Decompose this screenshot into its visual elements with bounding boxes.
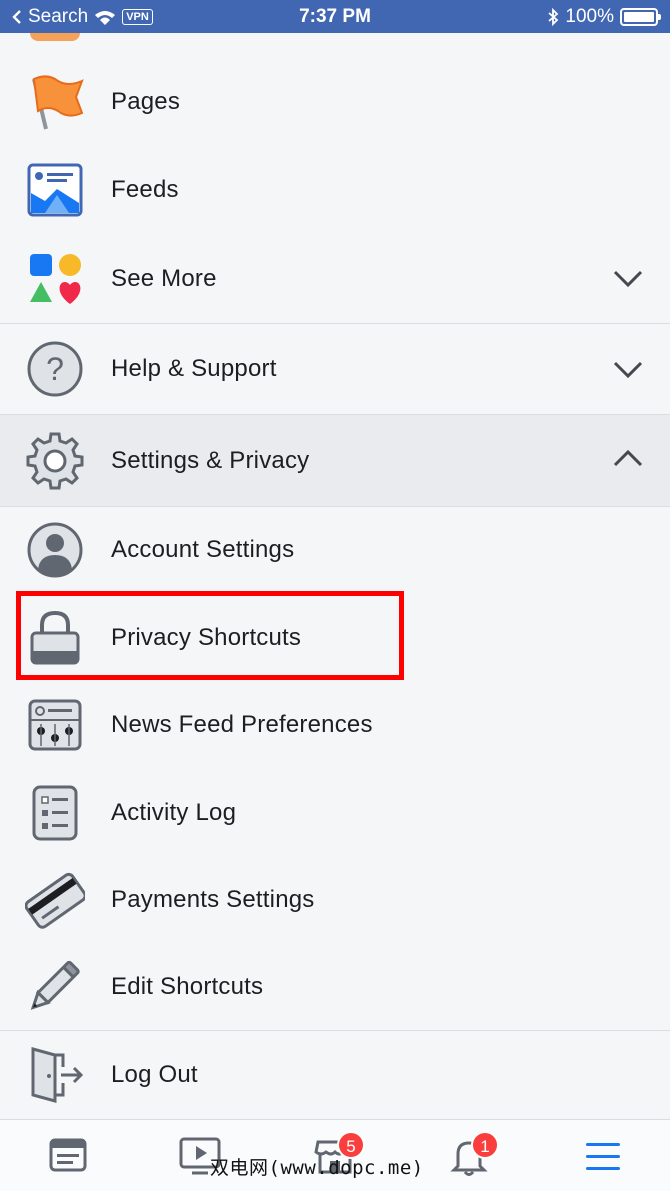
- menu-item-edit-shortcuts[interactable]: Edit Shortcuts: [0, 943, 670, 1030]
- bluetooth-icon: [548, 8, 559, 26]
- list-icon: [24, 782, 86, 844]
- menu-item-activity-log[interactable]: Activity Log: [0, 769, 670, 856]
- menu-item-label: See More: [111, 264, 217, 292]
- flag-icon: [24, 71, 86, 133]
- menu-item-payments-settings[interactable]: Payments Settings: [0, 856, 670, 943]
- menu-item-label: Settings & Privacy: [111, 446, 310, 474]
- news-feed-icon: [49, 1138, 87, 1172]
- status-right: 100%: [547, 6, 661, 28]
- credit-card-icon: [24, 869, 86, 931]
- chevron-down-icon[interactable]: [612, 353, 644, 385]
- sliders-icon: [24, 694, 86, 756]
- menu-item-label: Account Settings: [111, 536, 295, 563]
- menu-item-label: Payments Settings: [111, 885, 315, 913]
- menu-item-see-more[interactable]: See More: [0, 234, 670, 323]
- question-icon: ?: [24, 338, 86, 400]
- chevron-up-icon[interactable]: [612, 443, 644, 475]
- notifications-badge: 1: [471, 1131, 499, 1159]
- menu-item-pages[interactable]: Pages: [0, 58, 670, 146]
- menu-item-settings-privacy[interactable]: Settings & Privacy: [0, 415, 670, 506]
- feeds-icon: [24, 159, 86, 221]
- shapes-icon: [24, 248, 86, 310]
- tab-menu[interactable]: [581, 1134, 625, 1178]
- watermark: 双电网(www.dopc.me): [210, 1157, 424, 1179]
- menu-item-feeds[interactable]: Feeds: [0, 146, 670, 234]
- partial-menu-icon: [30, 33, 80, 41]
- highlight-box: [16, 591, 404, 680]
- menu-item-label: Activity Log: [111, 798, 237, 826]
- tab-notifications[interactable]: 1: [447, 1131, 499, 1178]
- battery-icon: [620, 8, 661, 26]
- battery-percent: 100%: [565, 6, 614, 27]
- menu-item-help-support[interactable]: ? Help & Support: [0, 324, 670, 414]
- menu-item-label: News Feed Preferences: [111, 711, 373, 738]
- menu-item-label: Feeds: [111, 176, 179, 203]
- menu-item-log-out[interactable]: Log Out: [0, 1031, 670, 1119]
- pencil-icon: [24, 956, 86, 1018]
- menu-item-label: Edit Shortcuts: [111, 972, 264, 1000]
- chevron-down-icon[interactable]: [612, 262, 644, 294]
- svg-text:?: ?: [46, 351, 64, 387]
- menu-item-account-settings[interactable]: Account Settings: [0, 507, 670, 593]
- menu-item-label: Pages: [111, 88, 181, 115]
- menu-item-label: Log Out: [111, 1061, 198, 1088]
- hamburger-menu-icon: [586, 1143, 620, 1170]
- menu-item-label: Help & Support: [111, 355, 277, 382]
- gear-icon: [24, 430, 86, 492]
- menu-item-news-feed-preferences[interactable]: News Feed Preferences: [0, 681, 670, 769]
- tab-news-feed[interactable]: [46, 1134, 90, 1178]
- status-bar: Search VPN 7:37 PM 100%: [0, 0, 670, 33]
- person-icon: [24, 519, 86, 581]
- door-exit-icon: [24, 1044, 86, 1106]
